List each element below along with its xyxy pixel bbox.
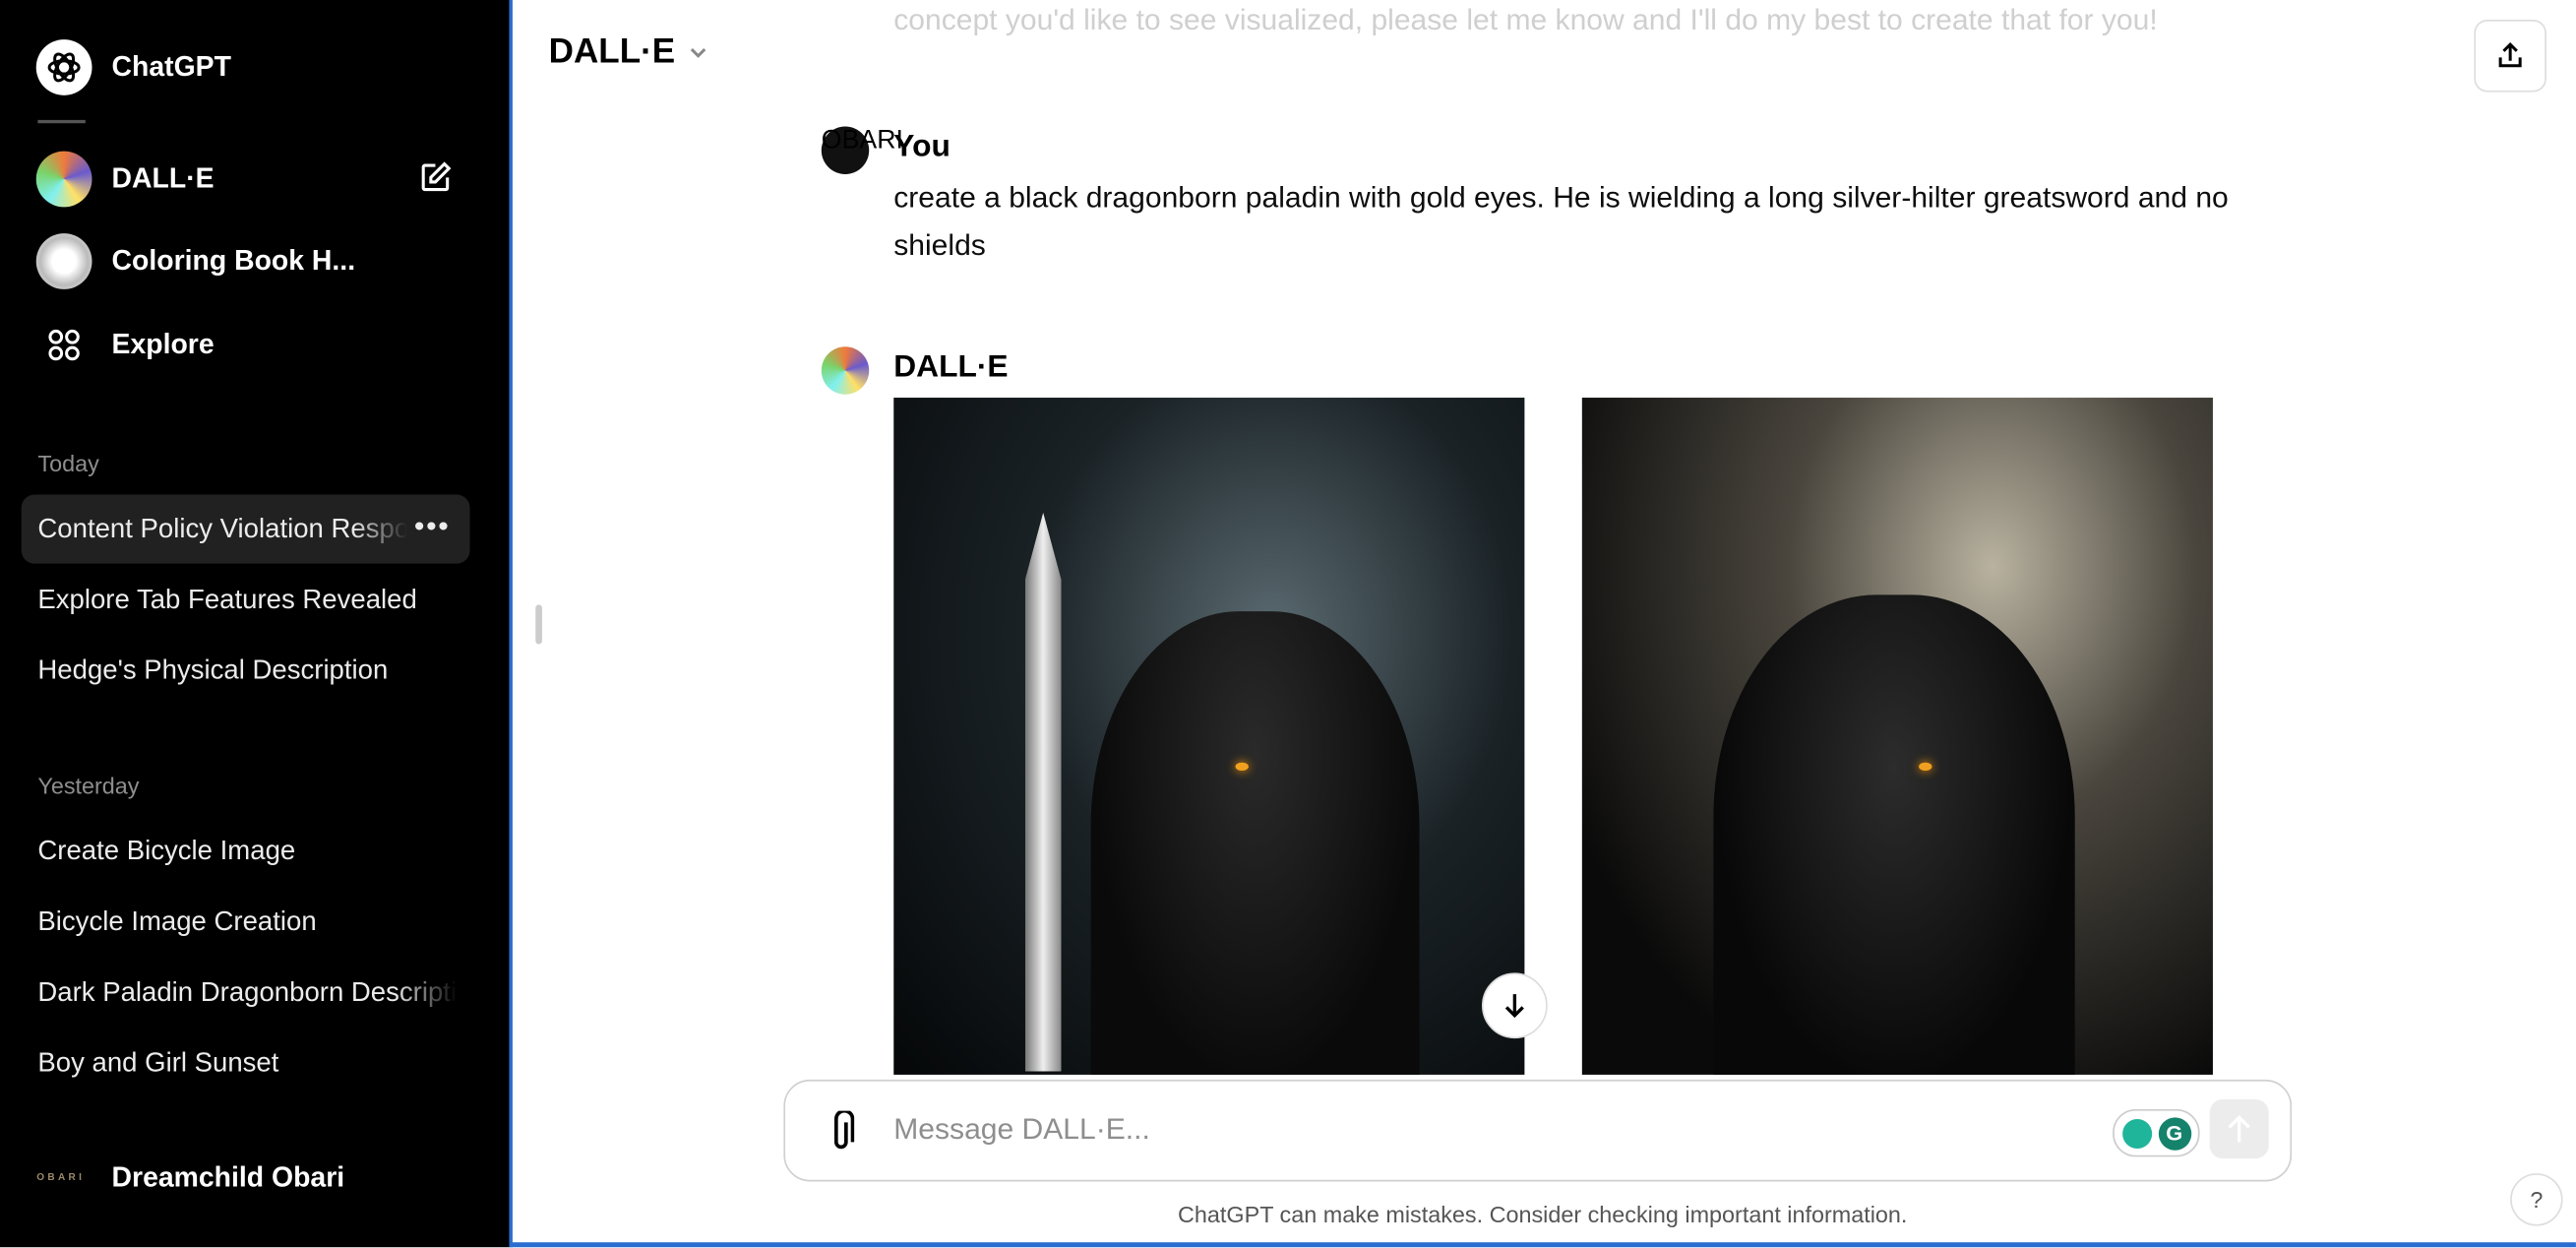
scroll-down-button[interactable] xyxy=(1481,972,1548,1039)
send-button[interactable] xyxy=(2209,1098,2269,1159)
share-icon xyxy=(2498,41,2522,68)
user-avatar: OBARI xyxy=(821,126,903,174)
history-item[interactable]: Content Policy Violation Response ••• xyxy=(21,494,470,564)
paperclip-icon[interactable] xyxy=(828,1110,855,1154)
coloring-book-icon xyxy=(35,233,92,289)
arrow-down-icon xyxy=(1504,994,1524,1019)
new-chat-edit-icon[interactable] xyxy=(417,159,454,204)
section-yesterday: Yesterday xyxy=(37,772,140,799)
history-item[interactable]: Boy and Girl Sunset xyxy=(22,1029,470,1097)
chevron-down-icon xyxy=(690,48,706,58)
history-label: Content Policy Violation Response xyxy=(37,513,407,543)
history-item[interactable]: Explore Tab Features Revealed xyxy=(22,565,470,634)
dalle-icon xyxy=(35,151,92,208)
user-message-text: create a black dragonborn paladin with g… xyxy=(893,180,2229,262)
grid-icon xyxy=(36,317,92,373)
sidebar-explore[interactable]: Explore xyxy=(36,317,215,373)
history-item[interactable]: Dark Paladin Dragonborn Description xyxy=(22,958,470,1027)
message-input[interactable]: Message DALL·E... xyxy=(893,1112,1150,1147)
sidebar-gpt-dalle[interactable]: DALL·E xyxy=(35,151,215,208)
help-button[interactable]: ? xyxy=(2510,1173,2563,1226)
user-profile[interactable]: OBARI Dreamchild Obari xyxy=(30,1151,344,1207)
openai-logo-icon xyxy=(35,39,92,95)
more-options-icon[interactable]: ••• xyxy=(414,510,451,544)
history-label: Hedge's Physical Description xyxy=(37,655,389,685)
gpt-label: Coloring Book H... xyxy=(111,244,356,277)
generated-image-1[interactable] xyxy=(893,398,1525,1075)
gpt-label: Explore xyxy=(111,328,215,360)
sidebar-brand[interactable]: ChatGPT xyxy=(35,39,231,95)
share-button[interactable] xyxy=(2474,20,2546,93)
model-title: DALL·E xyxy=(548,32,676,71)
user-name: Dreamchild Obari xyxy=(111,1161,345,1194)
sidebar-resize-handle[interactable] xyxy=(535,604,542,645)
history-label: Dark Paladin Dragonborn Description xyxy=(37,976,458,1007)
history-label: Bicycle Image Creation xyxy=(37,905,317,936)
model-selector[interactable]: DALL·E xyxy=(549,32,708,72)
sidebar-gpt-coloring-book[interactable]: Coloring Book H... xyxy=(35,233,356,289)
history-label: Boy and Girl Sunset xyxy=(37,1047,279,1078)
history-item[interactable]: Bicycle Image Creation xyxy=(22,888,470,957)
previous-message-text: concept you'd like to see visualized, pl… xyxy=(893,3,2158,36)
message-composer[interactable]: Message DALL·E... G xyxy=(783,1079,2293,1182)
history-label: Explore Tab Features Revealed xyxy=(37,584,417,614)
generated-image-2[interactable] xyxy=(1581,398,2213,1075)
sidebar: ChatGPT DALL·E Coloring Book H... Explor… xyxy=(0,0,510,1248)
history-label: Create Bicycle Image xyxy=(37,835,296,866)
message-author: DALL·E xyxy=(893,349,1009,385)
brand-label: ChatGPT xyxy=(111,50,231,83)
history-item[interactable]: Create Bicycle Image xyxy=(22,817,470,886)
section-today: Today xyxy=(37,450,99,477)
grammarly-widget[interactable]: G xyxy=(2113,1108,2200,1157)
user-avatar: OBARI xyxy=(36,1173,86,1184)
arrow-up-icon xyxy=(2228,1114,2250,1143)
grammarly-icon: G xyxy=(2158,1116,2191,1150)
lightbulb-icon xyxy=(2121,1118,2152,1149)
history-item[interactable]: Hedge's Physical Description xyxy=(22,636,470,705)
gpt-label: DALL·E xyxy=(111,162,215,195)
disclaimer: ChatGPT can make mistakes. Consider chec… xyxy=(1178,1201,1908,1228)
dalle-icon xyxy=(821,346,870,395)
message-author: You xyxy=(893,129,951,164)
divider xyxy=(37,119,86,124)
